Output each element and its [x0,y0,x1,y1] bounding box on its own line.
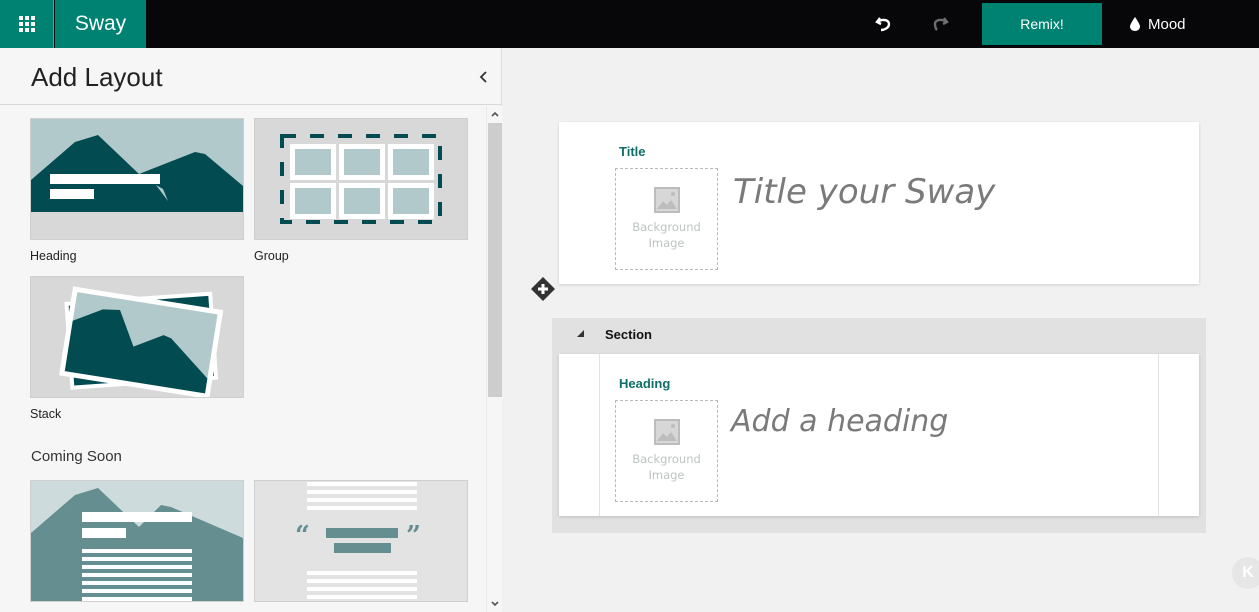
background-image-label-line2: Image [648,468,685,482]
undo-button[interactable] [872,12,896,36]
coming-soon-heading: Coming Soon [31,448,122,465]
image-icon [653,187,680,213]
app-launcher-button[interactable] [0,0,54,48]
add-content-button[interactable] [531,277,555,301]
title-card[interactable]: Title Background Image Title your Sway [559,122,1199,284]
add-layout-panel: Add Layout Heading Group Stack Coming So… [0,48,502,612]
top-bar: Sway Remix! Mood [0,0,1259,48]
chevron-left-icon [479,71,487,83]
heading-card[interactable]: Heading Background Image Add a heading [559,354,1199,516]
panel-header: Add Layout [0,48,502,105]
background-image-button[interactable]: Background Image [615,400,718,502]
layout-coming-soon-quote: “ ” [254,480,468,602]
heading-thumbnail [30,118,244,240]
mood-button[interactable]: Mood [1130,0,1186,48]
redo-icon [933,17,949,31]
collapse-caret-icon[interactable] [577,330,584,337]
droplet-icon [1130,17,1140,31]
svg-text:”: ” [406,521,421,551]
remix-button[interactable]: Remix! [982,3,1102,45]
background-image-button[interactable]: Background Image [615,168,718,270]
scroll-up-button[interactable] [487,106,503,122]
section-group: Section Heading Background Image Add a h… [552,318,1206,533]
storyline-canvas: Title Background Image Title your Sway S… [503,48,1259,612]
layout-label: Stack [30,407,62,421]
app-launcher-grid-icon [18,16,35,32]
layout-group[interactable]: Group [254,118,468,263]
layout-heading[interactable]: Heading [30,118,244,263]
card-left-divider [599,354,600,516]
group-thumbnail [254,118,468,240]
brand-logo[interactable]: Sway [55,0,146,48]
section-label: Section [605,327,652,342]
text-over-image-thumbnail [30,480,244,602]
svg-text:“: “ [295,521,310,551]
background-image-label-line1: Background [632,452,701,466]
image-icon [653,419,680,445]
layout-label: Group [254,249,289,263]
scroll-down-button[interactable] [487,596,503,612]
undo-icon [875,17,891,32]
layout-stack[interactable]: Stack [30,276,244,421]
panel-scrollbar[interactable] [486,106,502,612]
card-right-divider [1158,354,1159,516]
accessibility-hint-button[interactable]: K [1232,557,1259,589]
collapse-panel-button[interactable] [474,68,492,86]
card-type-label: Title [619,144,646,159]
mood-label: Mood [1148,15,1186,33]
layout-list: Heading Group Stack Coming Soon “ ” [0,106,486,612]
chevron-down-icon [491,601,499,607]
redo-button[interactable] [928,12,952,36]
heading-input[interactable]: Add a heading [731,404,948,439]
add-content-icon [531,277,555,301]
section-header[interactable]: Section [552,318,1206,353]
card-type-label: Heading [619,376,671,391]
layout-coming-soon-text-over-image [30,480,244,602]
stack-thumbnail [30,276,244,398]
scrollbar-thumb[interactable] [488,123,502,397]
chevron-up-icon [491,111,499,117]
panel-title: Add Layout [31,62,163,92]
layout-label: Heading [30,249,77,263]
title-input[interactable]: Title your Sway [733,172,995,212]
background-image-label-line2: Image [648,236,685,250]
background-image-label-line1: Background [632,220,701,234]
quote-thumbnail: “ ” [254,480,468,602]
